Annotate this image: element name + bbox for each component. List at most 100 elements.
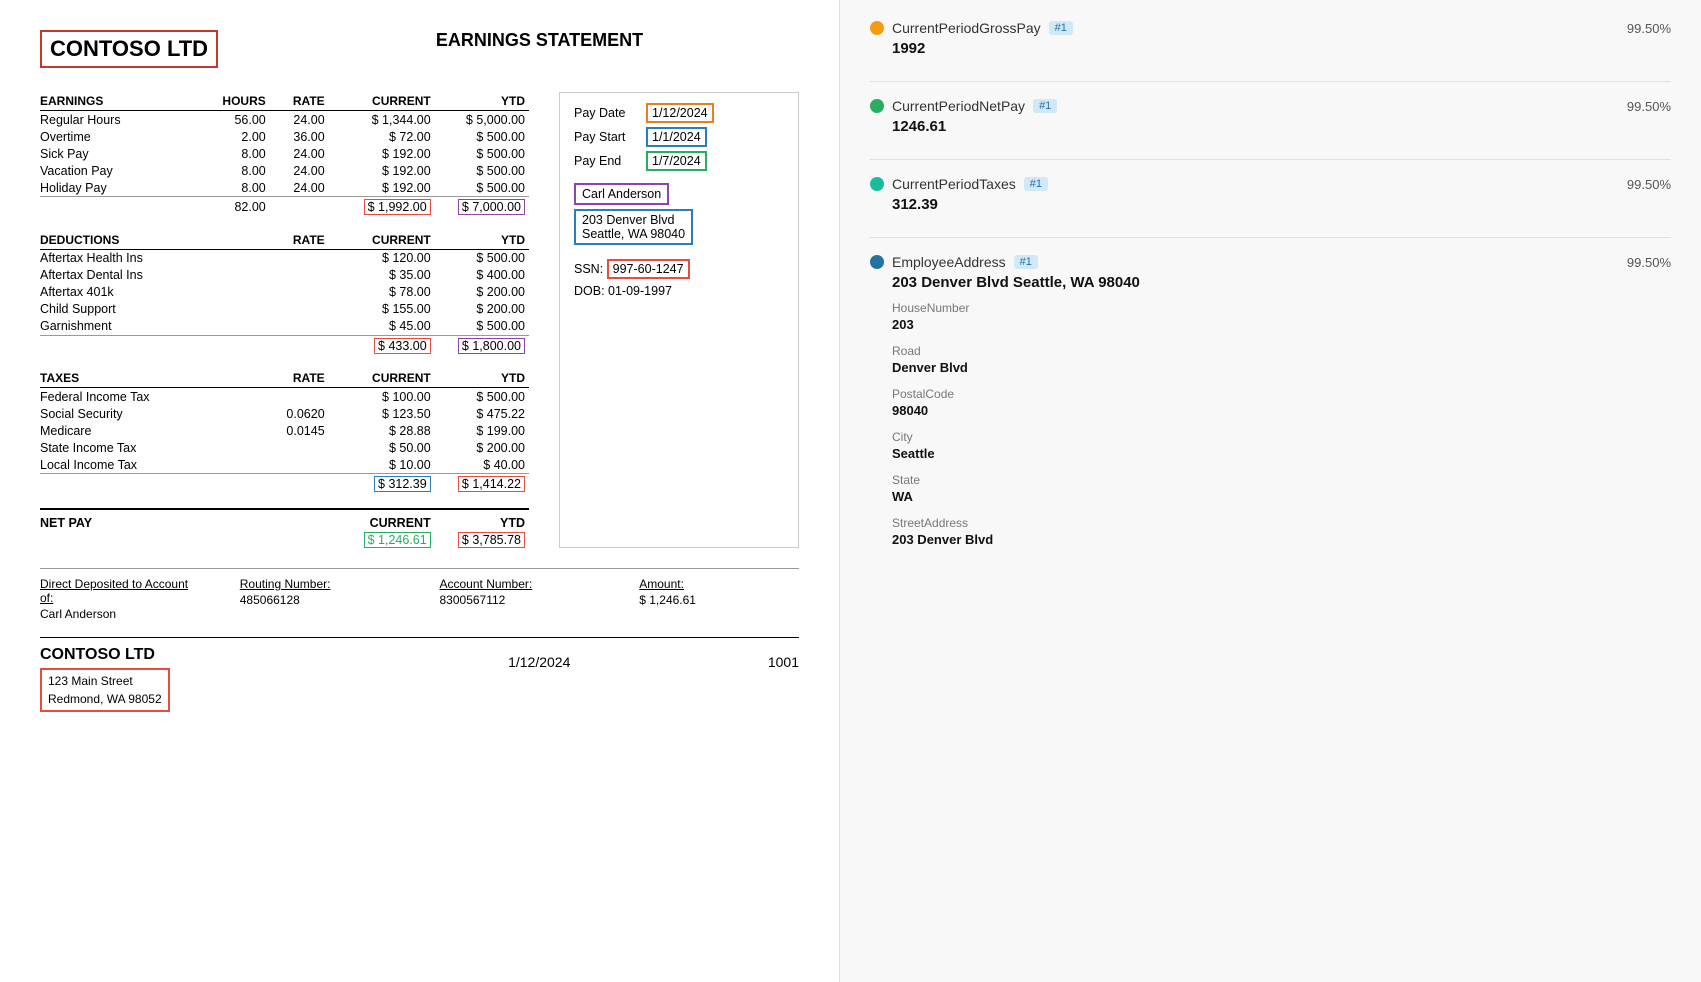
field-name-address: EmployeeAddress [892,254,1006,270]
dd-heading: Direct Deposited to Account of: [40,577,200,605]
field-header-address: EmployeeAddress #1 99.50% [870,254,1671,270]
sub-field-label-street-address: StreetAddress [892,516,1671,530]
sub-field-label-city: City [892,430,1671,444]
dot-gross-pay [870,21,884,35]
footer-check-number: 1001 [719,646,799,670]
company-name: CONTOSO LTD [50,36,208,62]
field-header-net-pay: CurrentPeriodNetPay #1 99.50% [870,98,1671,114]
field-group-address: EmployeeAddress #1 99.50% 203 Denver Blv… [870,254,1671,547]
dd-routing-col: Routing Number: 485066128 [240,577,400,607]
sub-field-label-postal-code: PostalCode [892,387,1671,401]
sub-fields-address: HouseNumber 203 Road Denver Blvd PostalC… [892,301,1671,547]
field-group-taxes: CurrentPeriodTaxes #1 99.50% 312.39 [870,176,1671,213]
field-group-net-pay: CurrentPeriodNetPay #1 99.50% 1246.61 [870,98,1671,135]
net-pay-table: NET PAY CURRENT YTD $ 1,246.61 $ 3,785.7… [40,508,529,549]
table-row: Federal Income Tax $ 100.00 $ 500.00 [40,388,529,406]
earnings-current-col: CURRENT [329,92,435,111]
table-row: Vacation Pay 8.00 24.00 $ 192.00 $ 500.0… [40,162,529,179]
sub-field-street-address: StreetAddress 203 Denver Blvd [892,516,1671,547]
pay-info-box: Pay Date 1/12/2024 Pay Start 1/1/2024 Pa… [559,92,799,548]
pay-date-label: Pay Date [574,106,646,120]
net-pay-current: $ 1,246.61 [364,532,431,548]
field-confidence-gross-pay: 99.50% [1627,21,1671,36]
dd-name: Carl Anderson [40,607,200,621]
table-row: Local Income Tax $ 10.00 $ 40.00 [40,456,529,474]
field-confidence-taxes: 99.50% [1627,177,1671,192]
divider-1 [870,81,1671,82]
table-row: Medicare 0.0145 $ 28.88 $ 199.00 [40,422,529,439]
table-row: State Income Tax $ 50.00 $ 200.00 [40,439,529,456]
field-name-gross-pay: CurrentPeriodGrossPay [892,20,1041,36]
sub-field-value-city: Seattle [892,446,1671,461]
table-row: Aftertax Dental Ins $ 35.00 $ 400.00 [40,267,529,284]
earnings-statement-title: EARNINGS STATEMENT [390,30,690,51]
earnings-table-section: EARNINGS HOURS RATE CURRENT YTD Regular … [40,92,529,548]
dot-address [870,255,884,269]
footer-address-line2: Redmond, WA 98052 [48,692,162,706]
top-section: EARNINGS HOURS RATE CURRENT YTD Regular … [40,92,799,548]
table-row: Holiday Pay 8.00 24.00 $ 192.00 $ 500.00 [40,179,529,197]
pay-end-value: 1/7/2024 [646,151,707,171]
earnings-ytd-col: YTD [435,92,529,111]
dd-routing-value: 485066128 [240,593,400,607]
deductions-ytd-subtotal: $ 1,800.00 [458,338,525,354]
employee-name-box: Carl Anderson [574,183,669,205]
field-badge-taxes: #1 [1024,177,1048,191]
footer-section: CONTOSO LTD 123 Main Street Redmond, WA … [40,637,799,712]
pay-date-value: 1/12/2024 [646,103,714,123]
earnings-subtotal-row: 82.00 $ 1,992.00 $ 7,000.00 [40,197,529,217]
taxes-col-header: TAXES RATE CURRENT YTD [40,369,529,388]
table-row: Child Support $ 155.00 $ 200.00 [40,301,529,318]
taxes-ytd-subtotal: $ 1,414.22 [458,476,525,492]
sub-field-value-street-address: 203 Denver Blvd [892,532,1671,547]
dd-row: Direct Deposited to Account of: Carl And… [40,577,799,621]
field-group-gross-pay: CurrentPeriodGrossPay #1 99.50% 1992 [870,20,1671,57]
dob-row: DOB: 01-09-1997 [574,284,784,298]
field-confidence-net-pay: 99.50% [1627,99,1671,114]
deductions-subtotal-row: $ 433.00 $ 1,800.00 [40,335,529,355]
field-badge-net-pay: #1 [1033,99,1057,113]
table-row: Sick Pay 8.00 24.00 $ 192.00 $ 500.00 [40,145,529,162]
deductions-section-label: DEDUCTIONS [40,231,205,250]
taxes-subtotal-row: $ 312.39 $ 1,414.22 [40,474,529,494]
table-row: Garnishment $ 45.00 $ 500.00 [40,318,529,336]
sub-field-value-postal-code: 98040 [892,403,1671,418]
taxes-section-label: TAXES [40,369,205,388]
net-pay-ytd: $ 3,785.78 [458,532,525,548]
dd-routing-label: Routing Number: [240,577,400,591]
direct-deposit-section: Direct Deposited to Account of: Carl And… [40,568,799,621]
field-value-gross-pay: 1992 [892,40,1671,57]
earnings-ytd-subtotal: $ 7,000.00 [458,199,525,215]
divider-3 [870,237,1671,238]
footer-company-name: CONTOSO LTD [40,646,360,664]
field-confidence-address: 99.50% [1627,255,1671,270]
pay-start-row: Pay Start 1/1/2024 [574,127,784,147]
earnings-current-subtotal: $ 1,992.00 [364,199,431,215]
divider-2 [870,159,1671,160]
sub-field-label-road: Road [892,344,1671,358]
field-name-taxes: CurrentPeriodTaxes [892,176,1016,192]
right-panel: CurrentPeriodGrossPay #1 99.50% 1992 Cur… [840,0,1701,982]
dd-account-label: Account Number: [440,577,600,591]
dot-taxes [870,177,884,191]
deductions-table: DEDUCTIONS RATE CURRENT YTD Aftertax Hea… [40,231,529,356]
left-panel: CONTOSO LTD EARNINGS STATEMENT EARNINGS … [0,0,840,982]
sub-field-label-house-number: HouseNumber [892,301,1671,315]
dd-account-col: Account Number: 8300567112 [440,577,600,607]
earnings-col-header: EARNINGS HOURS RATE CURRENT YTD [40,92,529,111]
field-header-gross-pay: CurrentPeriodGrossPay #1 99.50% [870,20,1671,36]
footer-address-box: 123 Main Street Redmond, WA 98052 [40,668,170,712]
field-value-net-pay: 1246.61 [892,118,1671,135]
earnings-section-label: EARNINGS [40,92,205,111]
employee-address-box: 203 Denver BlvdSeattle, WA 98040 [574,209,693,245]
earnings-table: EARNINGS HOURS RATE CURRENT YTD Regular … [40,92,529,217]
field-value-taxes: 312.39 [892,196,1671,213]
footer-address-line1: 123 Main Street [48,674,133,688]
pay-start-value: 1/1/2024 [646,127,707,147]
table-row: Aftertax Health Ins $ 120.00 $ 500.00 [40,249,529,267]
sub-field-road: Road Denver Blvd [892,344,1671,375]
net-pay-value-row: $ 1,246.61 $ 3,785.78 [40,531,529,548]
dd-name-col: Direct Deposited to Account of: Carl And… [40,577,200,621]
table-row: Overtime 2.00 36.00 $ 72.00 $ 500.00 [40,128,529,145]
taxes-current-subtotal: $ 312.39 [374,476,431,492]
